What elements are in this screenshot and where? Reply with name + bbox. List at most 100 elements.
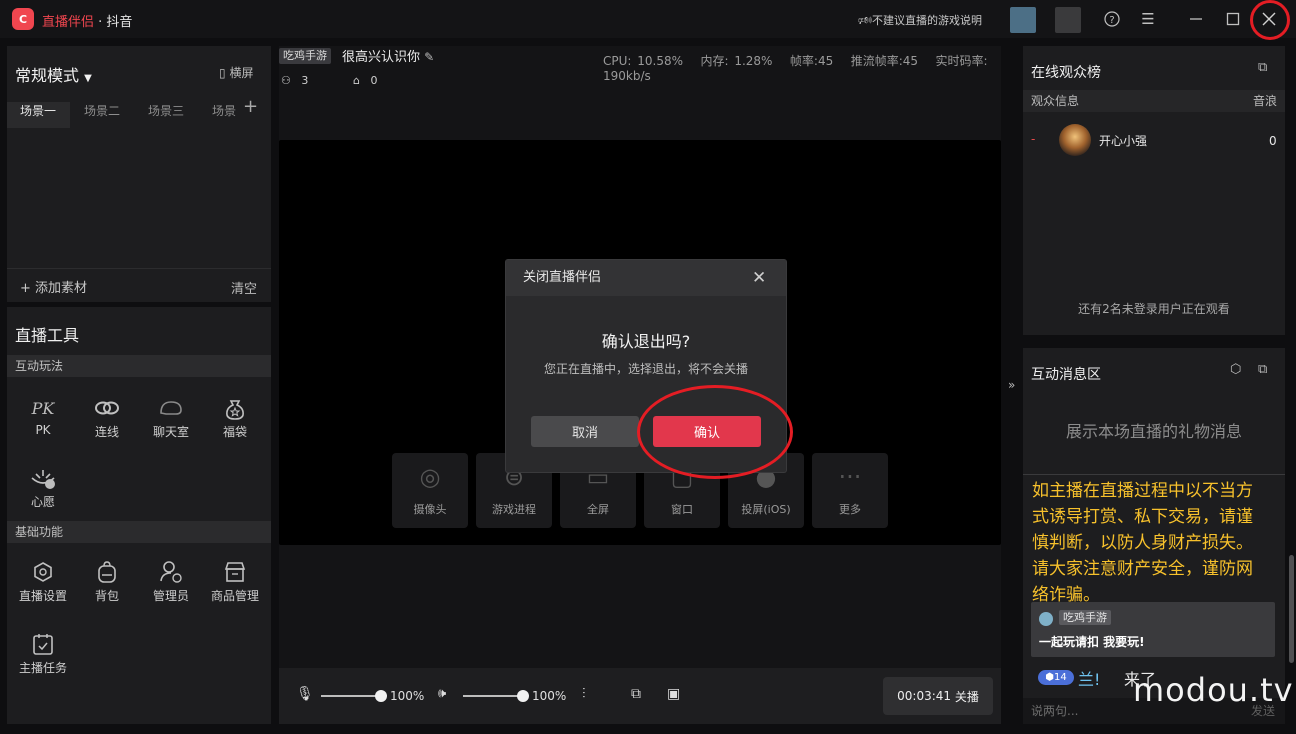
interactive-section-title: 互动玩法 — [7, 355, 271, 377]
chat-popout-icon[interactable]: ⧉ — [1258, 362, 1272, 377]
tab-scene-2[interactable]: 场景二 — [71, 102, 120, 128]
divider — [7, 268, 271, 269]
audience-header: 观众信息 音浪 — [1023, 90, 1285, 112]
avatar-secondary[interactable] — [1055, 7, 1081, 33]
mixer-icon[interactable]: ⫶ — [582, 686, 586, 702]
backpack-icon — [75, 557, 139, 587]
tools-title: 直播工具 — [15, 326, 80, 345]
user-icon: ⚇ — [281, 74, 291, 87]
tab-scene-1[interactable]: 场景一 — [7, 102, 70, 128]
gift-count: ⌂ 0 — [353, 74, 378, 87]
tool-live-settings[interactable]: 直播设置 — [11, 557, 75, 604]
pk-icon: PK — [31, 398, 55, 418]
gift-placeholder: 展示本场直播的礼物消息 — [1065, 422, 1242, 441]
avatar[interactable] — [1010, 7, 1036, 33]
fan-level-badge: ⬢14 — [1038, 670, 1074, 685]
menu-icon[interactable]: ☰ — [1137, 8, 1159, 30]
audience-panel: 在线观众榜 ⧉ 观众信息 音浪 - 开心小强 0 还有2名未登录用户正在观看 — [1023, 46, 1285, 335]
collapse-arrow-icon[interactable]: » — [1008, 378, 1015, 392]
add-scene-icon[interactable]: + — [243, 96, 258, 117]
tool-chatroom[interactable]: 聊天室 — [139, 393, 203, 440]
camera-icon: ◎ — [419, 463, 441, 491]
plus-icon: + — [20, 281, 31, 296]
add-material-button[interactable]: + 添加素材 — [20, 277, 87, 296]
fan-name[interactable]: 兰! — [1078, 666, 1100, 690]
settings-hex-icon[interactable]: ⬡ — [1230, 362, 1244, 377]
message-text: 一起玩请扣 我要玩! — [1039, 635, 1145, 649]
bottom-control-bar: 🎙 100% 🕪 100% ⫶ ⧉ ▣ 00:03:41 关播 — [279, 668, 1001, 724]
store-icon — [203, 557, 267, 587]
chat-panel: 互动消息区 ⬡ ⧉ 展示本场直播的礼物消息 如主播在直播过程中以不当方式诱导打赏… — [1023, 348, 1285, 724]
category-tag[interactable]: 吃鸡手游 — [279, 48, 331, 64]
close-highlight-ring — [1250, 0, 1290, 40]
app-logo: C — [12, 8, 34, 30]
caret-down-icon: ▼ — [84, 73, 92, 84]
mic-volume-value: 100% — [390, 689, 425, 703]
speaker-volume-knob[interactable] — [517, 690, 529, 702]
live-settings-icon — [11, 557, 75, 587]
dialog-title: 关闭直播伴侣 — [506, 260, 786, 296]
gift-icon: ⌂ — [353, 74, 360, 87]
mic-volume-knob[interactable] — [375, 690, 387, 702]
speaker-icon[interactable]: 🕪 — [438, 686, 446, 701]
screen-switch-icon[interactable]: ⧉ — [631, 686, 641, 702]
game-notice-link[interactable]: 🕬不建议直播的游戏说明 — [858, 12, 982, 31]
tab-scene-4[interactable]: 场景 — [199, 102, 236, 128]
basic-section-title: 基础功能 — [7, 521, 271, 543]
more-icon: ··· — [838, 463, 862, 491]
chatroom-icon — [139, 393, 203, 423]
tool-link[interactable]: 连线 — [75, 393, 139, 440]
source-camera[interactable]: ◎ 摄像头 — [392, 453, 468, 528]
viewer-name[interactable]: 开心小强 — [1099, 132, 1147, 149]
viewer-score: 0 — [1269, 134, 1277, 148]
tools-panel: 直播工具 互动玩法 PK PK 连线 聊天室 福袋 心愿 基础功能 直播设置 背… — [7, 307, 271, 724]
tool-admin[interactable]: 管理员 — [139, 557, 203, 604]
app-title: 直播伴侣 · 抖音 — [42, 11, 132, 30]
maximize-icon[interactable] — [1222, 8, 1244, 30]
chat-scrollbar[interactable] — [1289, 555, 1294, 663]
tool-tasks[interactable]: 主播任务 — [11, 629, 75, 676]
popout-icon[interactable]: ⧉ — [1258, 60, 1272, 75]
end-live-button[interactable]: 00:03:41 关播 — [883, 677, 993, 715]
screen-icon: ▯ — [219, 66, 226, 80]
platform-name: 抖音 — [106, 15, 133, 30]
mode-selector[interactable]: 常规模式 ▼ — [15, 62, 92, 86]
chat-title: 互动消息区 — [1031, 367, 1101, 383]
tool-backpack[interactable]: 背包 — [75, 557, 139, 604]
tool-store[interactable]: 商品管理 — [203, 557, 267, 604]
unlogged-note: 还有2名未登录用户正在观看 — [1078, 302, 1230, 316]
edit-icon[interactable]: ✎ — [424, 50, 434, 64]
microphone-icon[interactable]: 🎙 — [296, 686, 314, 702]
speaker-volume-value: 100% — [532, 689, 567, 703]
watermark: modou.tv — [1133, 671, 1294, 709]
dialog-close-icon[interactable]: ✕ — [752, 268, 766, 288]
landscape-toggle[interactable]: ▯ 横屏 — [219, 64, 253, 81]
scene-panel: 常规模式 ▼ ▯ 横屏 场景一 场景二 场景三 场景 + + 添加素材 清空 — [7, 46, 271, 302]
viewer-count: ⚇ 3 — [281, 74, 309, 87]
svg-text:?: ? — [1109, 15, 1114, 26]
stream-title[interactable]: 很高兴认识你 ✎ — [342, 46, 434, 65]
safety-warning: 如主播在直播过程中以不当方式诱导打赏、私下交易，请谨慎判断，以防人身财产损失。请… — [1032, 481, 1253, 605]
audience-title: 在线观众榜 — [1031, 65, 1101, 81]
cancel-button[interactable]: 取消 — [531, 416, 639, 447]
tool-wish[interactable]: 心愿 — [11, 463, 75, 510]
record-icon[interactable]: ▣ — [667, 686, 680, 702]
message-badge: 吃鸡手游 — [1059, 610, 1111, 625]
clear-button[interactable]: 清空 — [231, 278, 257, 297]
source-more[interactable]: ··· 更多 — [812, 453, 888, 528]
help-icon[interactable]: ? — [1101, 8, 1123, 30]
tool-lucky-bag[interactable]: 福袋 — [203, 393, 267, 440]
tab-scene-3[interactable]: 场景三 — [135, 102, 184, 128]
dialog-description: 您正在直播中，选择退出，将不会关播 — [543, 362, 748, 376]
viewer-avatar[interactable] — [1059, 124, 1091, 156]
tool-pk[interactable]: PK PK — [11, 393, 75, 438]
confirm-highlight-ring — [637, 385, 793, 479]
minimize-icon[interactable] — [1185, 8, 1207, 30]
tasks-icon — [11, 629, 75, 659]
link-icon — [75, 393, 139, 423]
app-name: 直播伴侣 — [42, 15, 95, 30]
dialog-question: 确认退出吗? — [601, 332, 691, 351]
speaker-volume-slider[interactable] — [463, 695, 523, 697]
title-bar: C 直播伴侣 · 抖音 🕬不建议直播的游戏说明 ? ☰ — [0, 0, 1296, 40]
mic-volume-slider[interactable] — [321, 695, 381, 697]
